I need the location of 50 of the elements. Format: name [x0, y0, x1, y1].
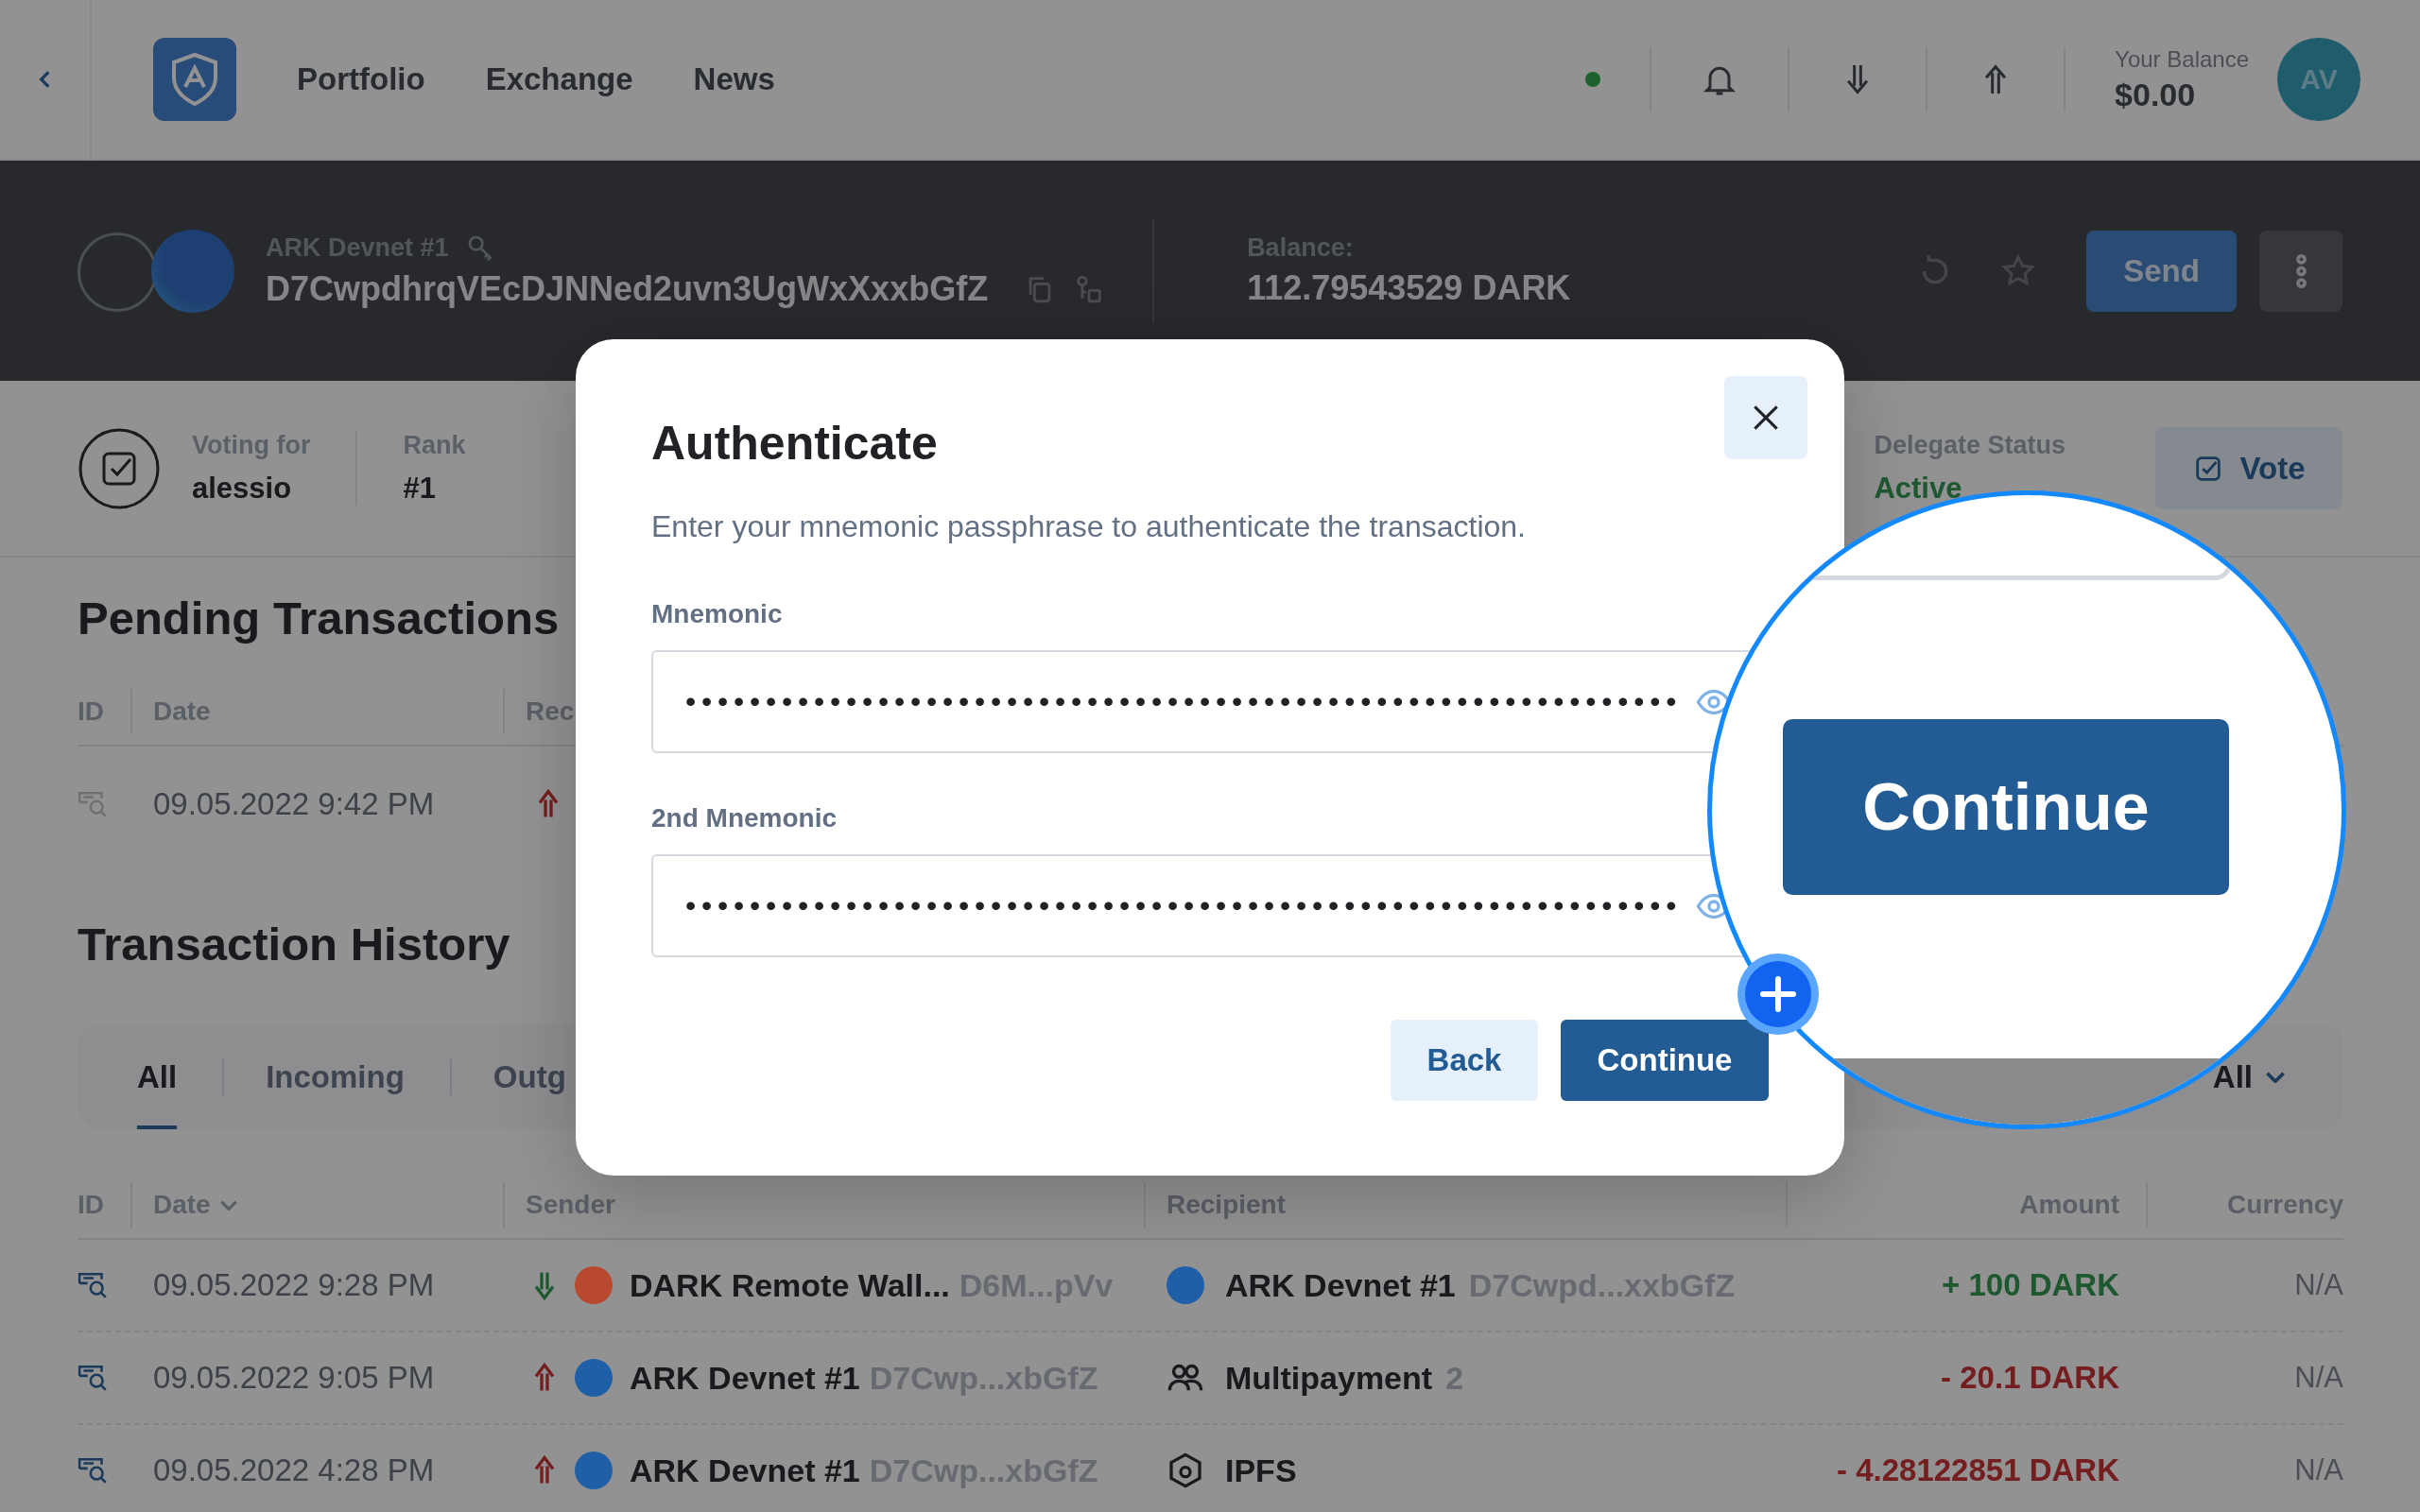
balance-value: $0.00 [2115, 76, 2197, 113]
nav-link[interactable]: Portfolio [297, 61, 425, 97]
cube-icon [1167, 1452, 1204, 1489]
recipient-name: Multipayment [1225, 1359, 1433, 1397]
dialog-title: Authenticate [651, 417, 939, 470]
filter-tab[interactable]: Incoming [266, 1024, 405, 1129]
sender-name: DARK Remote Wall... [630, 1266, 950, 1304]
more-icon [2295, 253, 2307, 288]
status-dot-icon [1585, 72, 1601, 87]
section-heading: Pending Transactions [78, 592, 560, 644]
delegate-name: alessio [192, 472, 293, 506]
sender-name: ARK Devnet #1 [630, 1359, 860, 1397]
close-button[interactable] [1724, 376, 1807, 459]
rank-value: #1 [403, 472, 437, 506]
field-label: 2nd Mnemonic [651, 802, 837, 834]
delegate-status: Active [1874, 472, 1963, 506]
zoom-plus-icon [1736, 952, 1821, 1037]
balance-label: Your Balance [2115, 45, 2249, 73]
back-button[interactable]: Back [1391, 1020, 1538, 1101]
wallet-avatar-icon [78, 229, 234, 313]
field-label: Mnemonic [651, 598, 783, 630]
filter-tab[interactable]: Outg [493, 1024, 566, 1129]
currency-cell-text: N/A [2293, 1453, 2343, 1487]
currency-cell-text: N/A [2293, 1361, 2343, 1395]
shield-logo-icon[interactable] [153, 38, 236, 121]
nav-link[interactable]: Exchange [485, 61, 633, 97]
date-cell-text: 09.05.2022 9:05 PM [152, 1360, 436, 1396]
caret-icon [2266, 1071, 2285, 1083]
vote-button[interactable]: Vote [2155, 427, 2342, 509]
vote-check-icon [78, 426, 161, 510]
more-options-button[interactable] [2259, 230, 2342, 312]
date-cell-text: 09.05.2022 4:28 PM [152, 1452, 436, 1488]
continue-button[interactable]: Continue [1561, 1020, 1769, 1101]
amount-cell-text: - 20.1 DARK [1940, 1360, 2120, 1396]
send-button[interactable]: Send [2086, 230, 2237, 312]
recipient-name: ARK Devnet #1 [1225, 1266, 1456, 1304]
amount-cell-text: + 100 DARK [1941, 1267, 2120, 1303]
amount-cell-text: - 4.28122851 DARK [1836, 1452, 2120, 1488]
dialog-description: Enter your mnemonic passphrase to authenticate the transaction. [651, 508, 1527, 545]
section-heading: Transaction History [78, 918, 510, 971]
sender-name: ARK Devnet #1 [630, 1452, 860, 1489]
date-cell-text: 09.05.2022 9:28 PM [152, 1267, 436, 1303]
nav-link[interactable]: News [693, 61, 775, 97]
currency-cell-text: N/A [2293, 1268, 2343, 1302]
caret-icon [219, 1199, 237, 1211]
wallet-address: D7CwpdhrqVEcDJNNed2uvn3UgWxXxxbGfZ [266, 268, 989, 309]
date-cell-text: 09.05.2022 9:42 PM [152, 786, 436, 822]
recipient-name: IPFS [1225, 1452, 1297, 1489]
filter-tab[interactable]: All [137, 1024, 178, 1129]
wallet-balance: 112.79543529 DARK [1247, 268, 1571, 308]
